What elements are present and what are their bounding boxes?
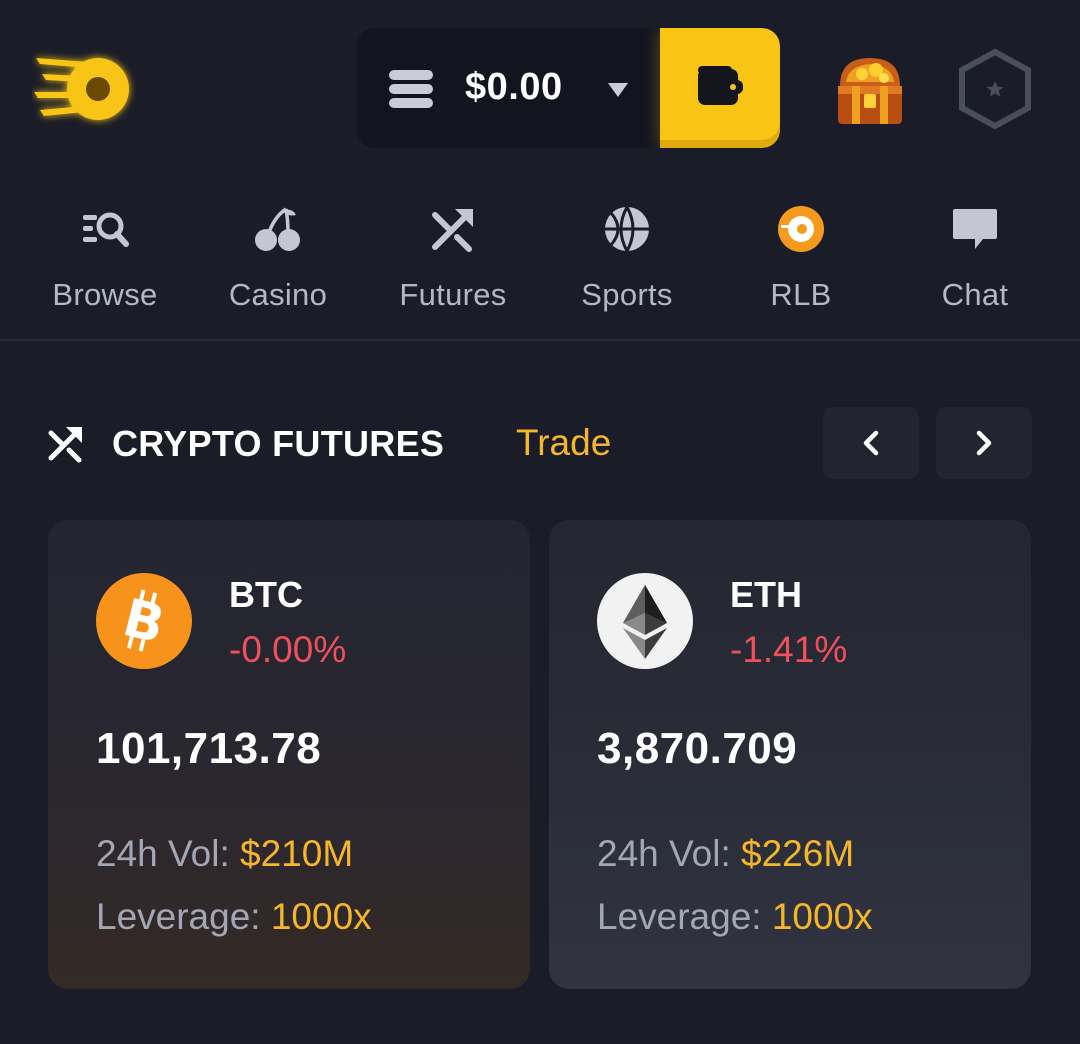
volume-value: $210M	[240, 833, 354, 874]
section-title: CRYPTO FUTURES	[112, 423, 445, 464]
balance-dropdown[interactable]: $0.00	[357, 28, 660, 148]
wallet-button[interactable]	[660, 28, 780, 148]
rlb-coin-icon	[778, 206, 824, 252]
ethereum-icon	[597, 573, 693, 669]
caret-down-icon	[608, 83, 628, 97]
coins-stack-icon	[389, 70, 433, 108]
volume-value: $226M	[741, 833, 855, 874]
futures-card-eth[interactable]: ETH -1.41% 3,870.709 24h Vol: $226M Leve…	[549, 520, 1031, 989]
main-nav: Browse Casino Futures Sports RLB Chat	[0, 175, 1080, 341]
chevron-left-icon	[863, 430, 879, 456]
volume-row: 24h Vol: $226M	[597, 833, 854, 875]
bitcoin-icon: B	[96, 573, 192, 669]
nav-item-browse[interactable]: Browse	[20, 203, 190, 321]
treasure-chest-icon[interactable]	[832, 48, 908, 130]
nav-item-sports[interactable]: Sports	[542, 203, 712, 321]
volume-label: 24h Vol:	[96, 833, 230, 874]
crypto-futures-header: CRYPTO FUTURES Trade	[0, 405, 1080, 481]
coin-change: -0.00%	[229, 629, 347, 670]
carousel-prev-button[interactable]	[823, 407, 919, 479]
nav-item-casino[interactable]: Casino	[193, 203, 363, 321]
coin-symbol: BTC	[229, 574, 303, 615]
trade-link[interactable]: Trade	[516, 422, 611, 464]
nav-label-casino: Casino	[228, 277, 328, 312]
leverage-value: 1000x	[771, 896, 873, 937]
futures-arrows-icon	[48, 427, 82, 463]
cherries-icon	[255, 207, 300, 251]
browse-search-icon	[83, 212, 129, 247]
coin-price: 3,870.709	[597, 724, 798, 773]
nav-item-futures[interactable]: Futures	[368, 203, 538, 321]
balance-widget: $0.00	[357, 28, 780, 148]
nav-label-chat: Chat	[941, 277, 1009, 312]
leverage-value: 1000x	[270, 896, 372, 937]
volume-row: 24h Vol: $210M	[96, 833, 353, 875]
nav-item-chat[interactable]: Chat	[890, 203, 1060, 321]
rollbit-logo-icon[interactable]	[32, 48, 142, 130]
rank-hexagon-icon[interactable]	[956, 48, 1034, 130]
coin-price: 101,713.78	[96, 724, 322, 773]
volume-label: 24h Vol:	[597, 833, 731, 874]
nav-label-browse: Browse	[52, 277, 158, 312]
futures-card-btc[interactable]: B BTC -0.00% 101,713.78 24h Vol: $210M L…	[48, 520, 530, 989]
basketball-icon	[605, 206, 649, 252]
nav-label-sports: Sports	[581, 277, 673, 312]
leverage-row: Leverage: 1000x	[597, 896, 873, 938]
futures-arrows-icon	[432, 209, 473, 252]
leverage-row: Leverage: 1000x	[96, 896, 372, 938]
chevron-right-icon	[976, 430, 992, 456]
nav-item-rlb[interactable]: RLB	[716, 203, 886, 321]
nav-label-futures: Futures	[399, 277, 507, 312]
coin-symbol: ETH	[730, 574, 802, 615]
leverage-label: Leverage:	[597, 896, 762, 937]
chat-bubble-icon	[953, 209, 997, 249]
top-bar: $0.00	[0, 0, 1080, 175]
nav-label-rlb: RLB	[770, 277, 832, 312]
leverage-label: Leverage:	[96, 896, 261, 937]
coin-change: -1.41%	[730, 629, 848, 670]
carousel-next-button[interactable]	[936, 407, 1032, 479]
balance-amount: $0.00	[465, 66, 563, 108]
wallet-icon	[698, 66, 743, 105]
